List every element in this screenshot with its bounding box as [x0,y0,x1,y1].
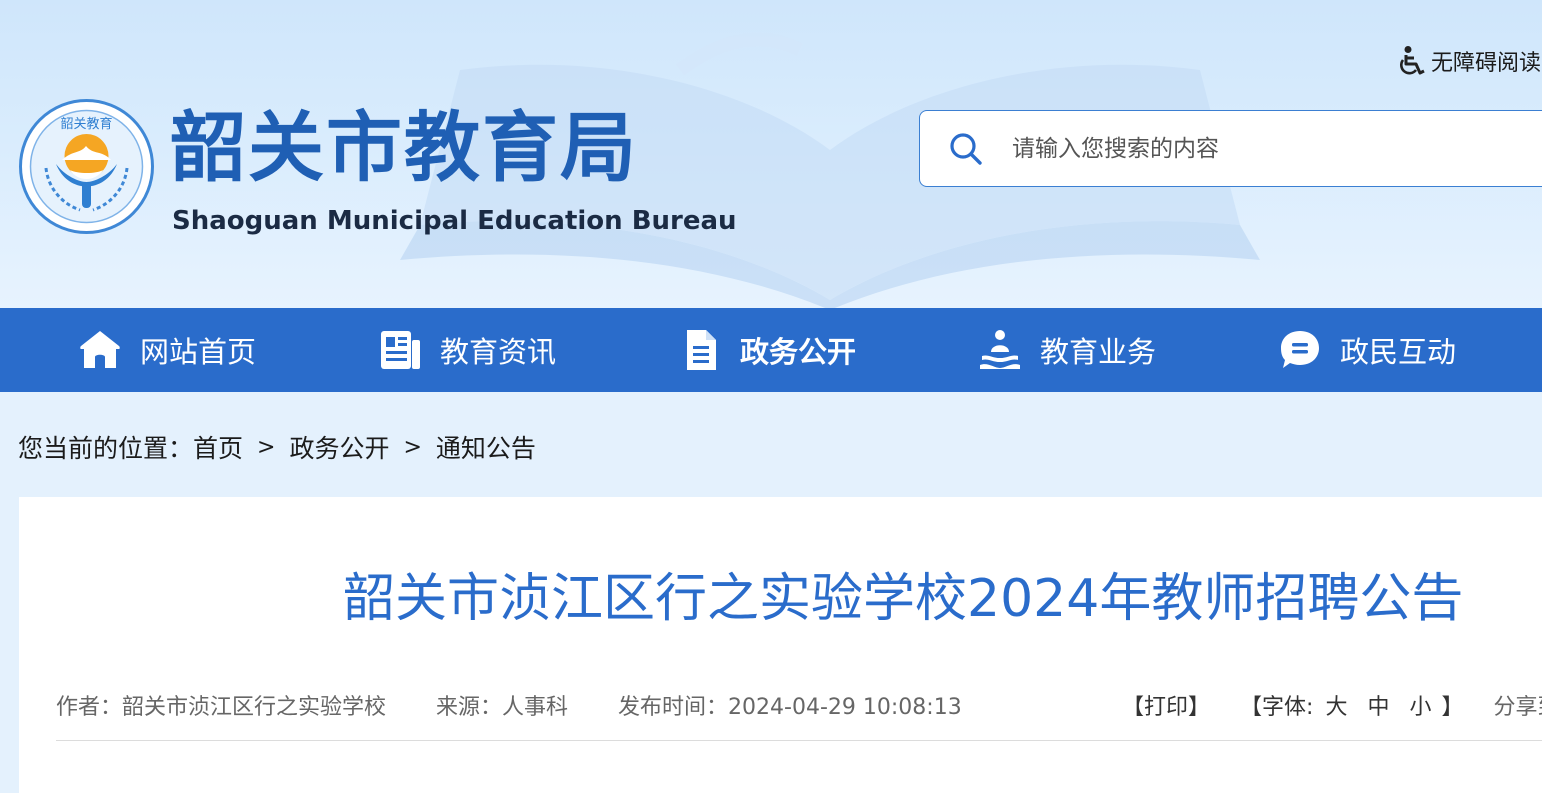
service-icon [980,330,1020,369]
breadcrumb-link-notices[interactable]: 通知公告 [436,429,536,465]
nav-item-home[interactable]: 网站首页 [78,308,256,392]
nav-item-label: 教育业务 [1040,335,1157,369]
accessibility-reading-link[interactable]: 无障碍阅读 [1397,43,1541,79]
nav-item-label: 教育资讯 [440,335,557,369]
article-title: 韶关市浈江区行之实验学校2024年教师招聘公告 [343,569,1464,629]
home-icon [80,331,120,368]
article-publish-time: 发布时间：2024-04-29 10:08:13 [618,695,962,720]
site-logo-title[interactable]: 韶关市教育局 [170,100,638,196]
font-size-medium-button[interactable]: 中 [1367,689,1389,721]
nav-item-interaction[interactable]: 政民互动 [1278,308,1456,392]
search-box[interactable] [919,110,1542,187]
site-header: 韶关教育 韶关市教育局 Shaoguan Municipal Education… [0,0,1542,308]
document-icon [687,330,716,370]
breadcrumb-separator: > [257,434,276,460]
search-icon[interactable] [948,131,984,167]
breadcrumb: 您当前的位置： 首页 > 政务公开 > 通知公告 [18,428,536,466]
font-size-small-button[interactable]: 小 [1409,689,1431,721]
article-meta: 作者：韶关市浈江区行之实验学校 来源：人事科 发布时间：2024-04-29 1… [56,687,1012,723]
article-source: 来源：人事科 [436,695,569,720]
font-size-large-button[interactable]: 大 [1325,689,1347,721]
article-author: 作者：韶关市浈江区行之实验学校 [56,695,387,720]
breadcrumb-link-government-affairs[interactable]: 政务公开 [289,429,389,465]
print-button[interactable]: 【打印】 [1122,689,1210,721]
breadcrumb-separator: > [403,434,422,460]
search-input[interactable] [1012,135,1512,162]
nav-item-label: 网站首页 [140,335,257,369]
breadcrumb-prefix: 您当前的位置： [18,434,194,463]
wheelchair-icon [1400,46,1425,75]
font-size-bracket-close: 】 [1441,695,1464,720]
bureau-emblem-logo: 韶关教育 [19,99,154,234]
news-icon [381,331,420,369]
share-to-label: 分享到 [1493,695,1542,720]
nav-item-news[interactable]: 教育资讯 [378,308,556,392]
site-logo-subtitle: Shaoguan Municipal Education Bureau [172,206,737,236]
article-tools: 【打印】 【字体: 大 中 小 】 分享到 [1122,687,1542,723]
article-card: 韶关市浈江区行之实验学校2024年教师招聘公告 作者：韶关市浈江区行之实验学校 … [19,497,1542,793]
chat-icon [1281,331,1319,368]
nav-item-label: 政务公开 [740,335,857,369]
nav-item-government-affairs[interactable]: 政务公开 [678,308,856,392]
accessibility-label: 无障碍阅读 [1431,51,1542,76]
font-size-label: 【字体: [1240,695,1314,720]
nav-item-education-services[interactable]: 教育业务 [978,308,1156,392]
meta-divider [56,740,1542,741]
main-nav: 网站首页 教育资讯 政务公开 教育业务 政民互动 [0,308,1542,392]
emblem-text: 韶关教育 [60,116,112,132]
nav-item-label: 政民互动 [1340,335,1457,369]
breadcrumb-link-home[interactable]: 首页 [193,429,243,465]
